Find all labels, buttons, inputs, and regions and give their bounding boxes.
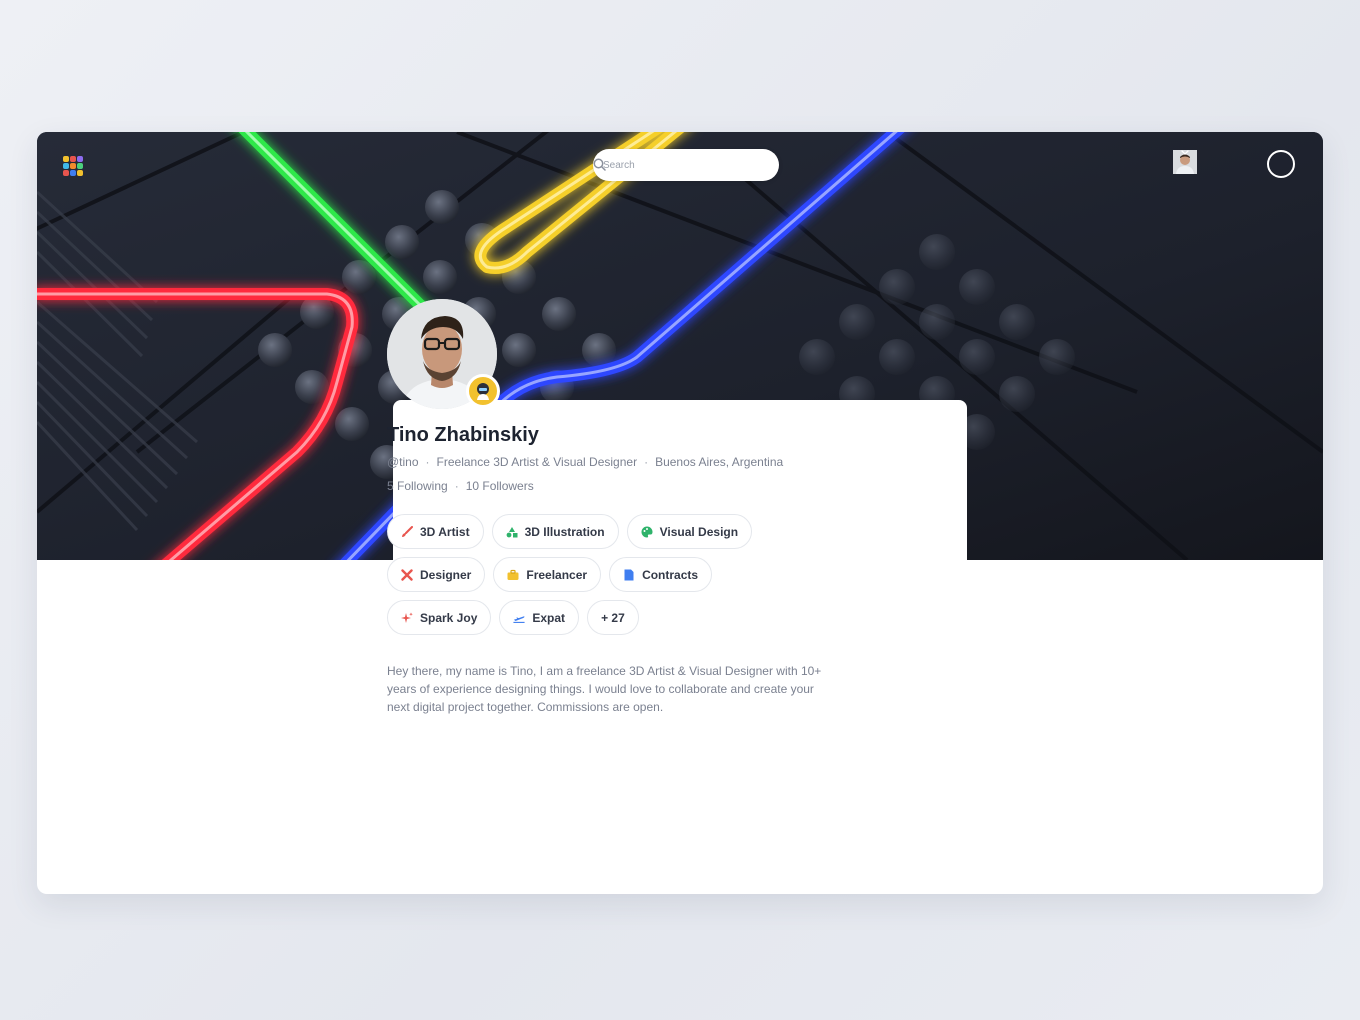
tag-label: + 27 [601, 610, 625, 625]
more-tags-button[interactable]: + 27 [587, 600, 639, 635]
logo-icon[interactable] [63, 156, 83, 176]
profile-window [37, 132, 1323, 894]
profile-name: Tino Zhabinskiy [387, 424, 539, 446]
tag-label: Freelancer [526, 567, 588, 582]
profile-title: Freelance 3D Artist & Visual Designer [436, 455, 638, 469]
tag-freelancer[interactable]: Freelancer [493, 557, 602, 592]
tag-label: Spark Joy [420, 610, 478, 625]
profile-bio: Hey there, my name is Tino, I am a freel… [387, 664, 822, 714]
follow-stats: 5 Following · 10 Followers [387, 479, 534, 493]
tag-label: 3D Artist [420, 524, 470, 539]
sparkle-icon [401, 612, 413, 624]
header-actions [1173, 150, 1295, 178]
briefcase-icon [507, 569, 519, 581]
palette-icon [641, 526, 653, 538]
profile-meta: @tino · Freelance 3D Artist & Visual Desig… [387, 455, 784, 469]
user-avatar[interactable] [1173, 150, 1295, 178]
tools-icon [401, 568, 413, 581]
tag-label: Designer [420, 567, 472, 582]
followers-count[interactable]: 10 Followers [466, 479, 534, 493]
tag-designer[interactable]: Designer [387, 557, 486, 592]
mail-icon[interactable] [1173, 150, 1211, 172]
tag-label: Contracts [642, 567, 699, 582]
search-input[interactable] [603, 156, 743, 174]
tag-label: Visual Design [659, 524, 739, 539]
profile-handle: @tino [387, 455, 419, 469]
tag-list: 3D Artist 3D Illustration Visual Design … [387, 514, 847, 643]
tag-3d-artist[interactable]: 3D Artist [387, 514, 484, 549]
chevron-down-icon[interactable] [1181, 150, 1189, 155]
shapes-icon [506, 526, 518, 538]
brush-icon [401, 525, 413, 538]
tag-spark-joy[interactable]: Spark Joy [387, 600, 492, 635]
tag-visual-design[interactable]: Visual Design [626, 514, 753, 549]
tag-label: Expat [532, 610, 566, 625]
profile-location: Buenos Aires, Argentina [655, 455, 784, 469]
airplane-icon [513, 612, 525, 624]
verified-badge-icon [466, 374, 500, 408]
tag-contracts[interactable]: Contracts [609, 557, 713, 592]
search-icon[interactable] [593, 158, 606, 171]
tag-expat[interactable]: Expat [499, 600, 580, 635]
document-icon [623, 569, 635, 581]
following-count[interactable]: 5 Following [387, 479, 448, 493]
tag-3d-illustration[interactable]: 3D Illustration [491, 514, 619, 549]
bell-icon[interactable] [1173, 150, 1249, 172]
tag-label: 3D Illustration [524, 524, 605, 539]
search-bar[interactable] [593, 149, 779, 181]
